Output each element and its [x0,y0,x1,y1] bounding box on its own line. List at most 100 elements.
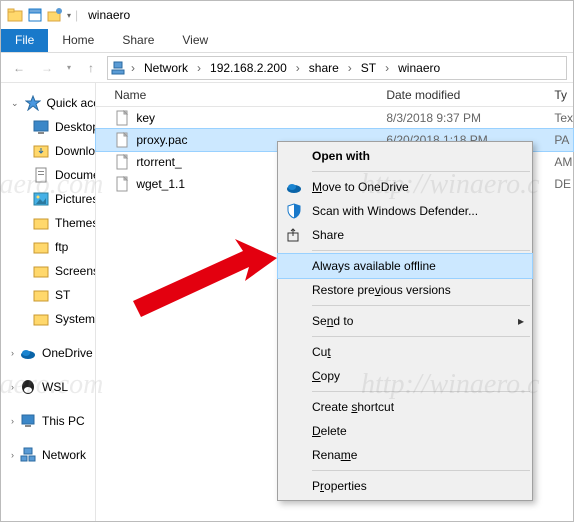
file-name: proxy.pac [136,133,187,147]
sidebar-this-pc[interactable]: ›This PC [3,409,93,433]
chevron-right-icon: › [11,348,14,358]
ctx-rename[interactable]: Rename [278,443,532,467]
network-addr-icon [110,60,126,76]
window-title: winaero [88,8,130,22]
ctx-restore-versions[interactable]: Restore previous versions [278,278,532,302]
col-name[interactable]: Name [96,88,386,102]
sidebar-item-screenshots[interactable]: Screenshots [3,259,93,283]
crumb-share[interactable]: share [305,61,343,75]
desktop-icon [33,119,49,135]
quick-access-toolbar: ▾ | [7,7,78,23]
ctx-properties[interactable]: Properties [278,474,532,498]
chevron-down-icon: ⌄ [11,98,19,109]
sidebar-item-ftp[interactable]: ftp [3,235,93,259]
folder-icon [33,263,49,279]
file-icon [114,176,130,192]
file-name: rtorrent_ [136,155,181,169]
documents-icon [33,167,49,183]
ctx-create-shortcut[interactable]: Create shortcut [278,395,532,419]
linux-icon [20,379,36,395]
ctx-defender[interactable]: Scan with Windows Defender... [278,199,532,223]
ribbon-home-tab[interactable]: Home [48,29,108,52]
downloads-icon [33,143,49,159]
ctx-open-with[interactable]: Open with [278,144,532,168]
sidebar-item-downloads[interactable]: Downloads📌 [3,139,93,163]
nav-back-button[interactable]: ← [7,56,31,80]
computer-icon [20,413,36,429]
file-icon [114,110,130,126]
chevron-right-icon: ▸ [518,314,524,328]
sidebar-network[interactable]: ›Network [3,443,93,467]
navigation-pane: ⌄ Quick access Desktop📌 Downloads📌 Docum… [1,83,96,521]
file-type: DE [554,177,573,191]
nav-recent-dropdown[interactable]: ▾ [63,56,75,80]
crumb-st[interactable]: ST [357,61,380,75]
sidebar-item-system32[interactable]: System32 [3,307,93,331]
sidebar-item-themes[interactable]: Themes📌 [3,211,93,235]
network-icon [20,447,36,463]
chevron-right-icon[interactable]: › [345,61,355,75]
ctx-share[interactable]: Share [278,223,532,247]
ribbon-tabs: File Home Share View [1,29,573,53]
ribbon-view-tab[interactable]: View [168,29,222,52]
ctx-move-onedrive[interactable]: Move to OneDrive [278,175,532,199]
title-bar: ▾ | winaero [1,1,573,29]
column-headers[interactable]: Name Date modified Ty [96,83,573,107]
file-icon [114,154,130,170]
file-row[interactable]: key 8/3/2018 9:37 PMTex [96,107,573,129]
sidebar-item-st[interactable]: ST [3,283,93,307]
address-bar: ← → ▾ ↑ › Network › 192.168.2.200 › shar… [1,53,573,83]
ctx-always-offline[interactable]: Always available offline [278,254,532,278]
sidebar-wsl[interactable]: ›WSL [3,375,93,399]
properties-qat-icon[interactable] [27,7,43,23]
new-folder-qat-icon[interactable] [47,7,63,23]
share-icon [286,227,302,243]
ribbon-file-tab[interactable]: File [1,29,48,52]
folder-icon [33,311,49,327]
ribbon-share-tab[interactable]: Share [108,29,168,52]
sidebar-label: Quick access [47,96,97,110]
qat-dropdown-icon[interactable]: ▾ [67,11,71,20]
crumb-ip[interactable]: 192.168.2.200 [206,61,291,75]
file-type: Tex [554,111,573,125]
folder-icon [7,7,23,23]
ctx-send-to[interactable]: Send to▸ [278,309,532,333]
sidebar-item-pictures[interactable]: Pictures📌 [3,187,93,211]
folder-icon [33,239,49,255]
crumb-network[interactable]: Network [140,61,192,75]
chevron-right-icon[interactable]: › [194,61,204,75]
onedrive-icon [286,179,302,195]
folder-icon [33,287,49,303]
ctx-copy[interactable]: Copy [278,364,532,388]
sidebar-quick-access[interactable]: ⌄ Quick access [3,91,93,115]
chevron-right-icon[interactable]: › [293,61,303,75]
sidebar-item-desktop[interactable]: Desktop📌 [3,115,93,139]
chevron-right-icon[interactable]: › [128,61,138,75]
nav-forward-button[interactable]: → [35,56,59,80]
ctx-delete[interactable]: Delete [278,419,532,443]
chevron-right-icon: › [11,382,14,392]
sidebar-item-documents[interactable]: Documents📌 [3,163,93,187]
ctx-cut[interactable]: Cut [278,340,532,364]
file-date: 8/3/2018 9:37 PM [386,111,554,125]
sidebar-onedrive[interactable]: ›OneDrive [3,341,93,365]
file-type: AM [554,155,573,169]
chevron-right-icon[interactable]: › [382,61,392,75]
nav-up-button[interactable]: ↑ [79,56,103,80]
file-name: key [136,111,155,125]
file-type: PA [554,133,573,147]
folder-icon [33,215,49,231]
context-menu: Open with Move to OneDrive Scan with Win… [277,141,533,501]
crumb-winaero[interactable]: winaero [394,61,444,75]
col-type[interactable]: Ty [554,88,573,102]
file-name: wget_1.1 [136,177,185,191]
chevron-right-icon: › [11,416,14,426]
file-icon [114,132,130,148]
onedrive-icon [20,345,36,361]
chevron-right-icon: › [11,450,14,460]
breadcrumb-bar[interactable]: › Network › 192.168.2.200 › share › ST ›… [107,56,567,80]
shield-icon [286,203,302,219]
pictures-icon [33,191,49,207]
col-date[interactable]: Date modified [386,88,554,102]
quick-access-icon [25,95,41,111]
